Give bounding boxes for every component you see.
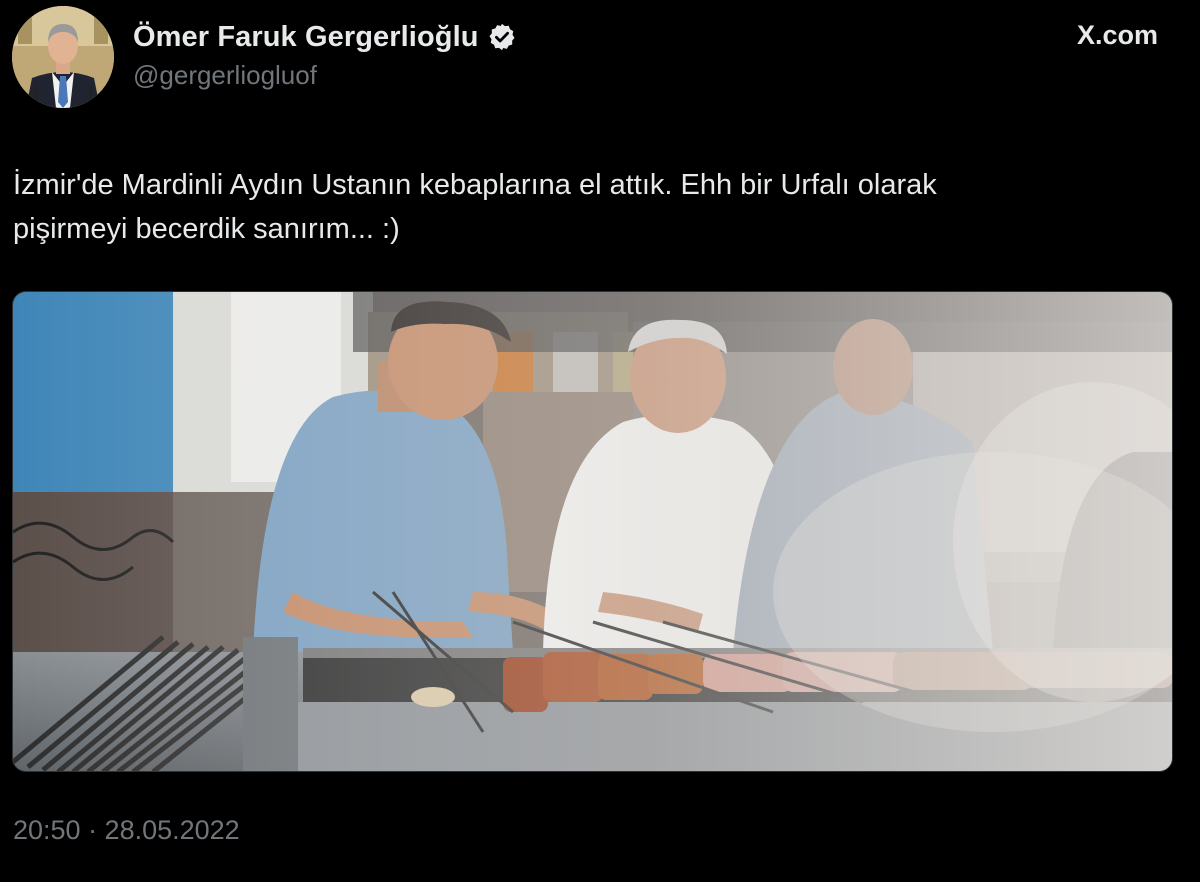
tweet-text-line: pişirmeyi becerdik sanırım... :)	[13, 213, 400, 245]
author-avatar[interactable]	[12, 6, 114, 108]
tweet-photo[interactable]	[12, 291, 1173, 772]
tweet-timestamp[interactable]: 20:50 · 28.05.2022	[13, 815, 240, 846]
verified-badge-icon	[487, 22, 517, 52]
author-display-name[interactable]: Ömer Faruk Gergerlioğlu	[133, 21, 479, 54]
x-logo[interactable]: X.com	[1077, 20, 1158, 51]
tweet-text: İzmir'de Mardinli Aydın Ustanın kebaplar…	[13, 163, 1163, 251]
tweet-card: Ömer Faruk Gergerlioğlu @gergerliogluof …	[0, 0, 1200, 882]
tweet-text-line: İzmir'de Mardinli Aydın Ustanın kebaplar…	[13, 169, 937, 201]
author-handle[interactable]: @gergerliogluof	[133, 60, 317, 91]
author-name-row: Ömer Faruk Gergerlioğlu	[133, 18, 517, 56]
